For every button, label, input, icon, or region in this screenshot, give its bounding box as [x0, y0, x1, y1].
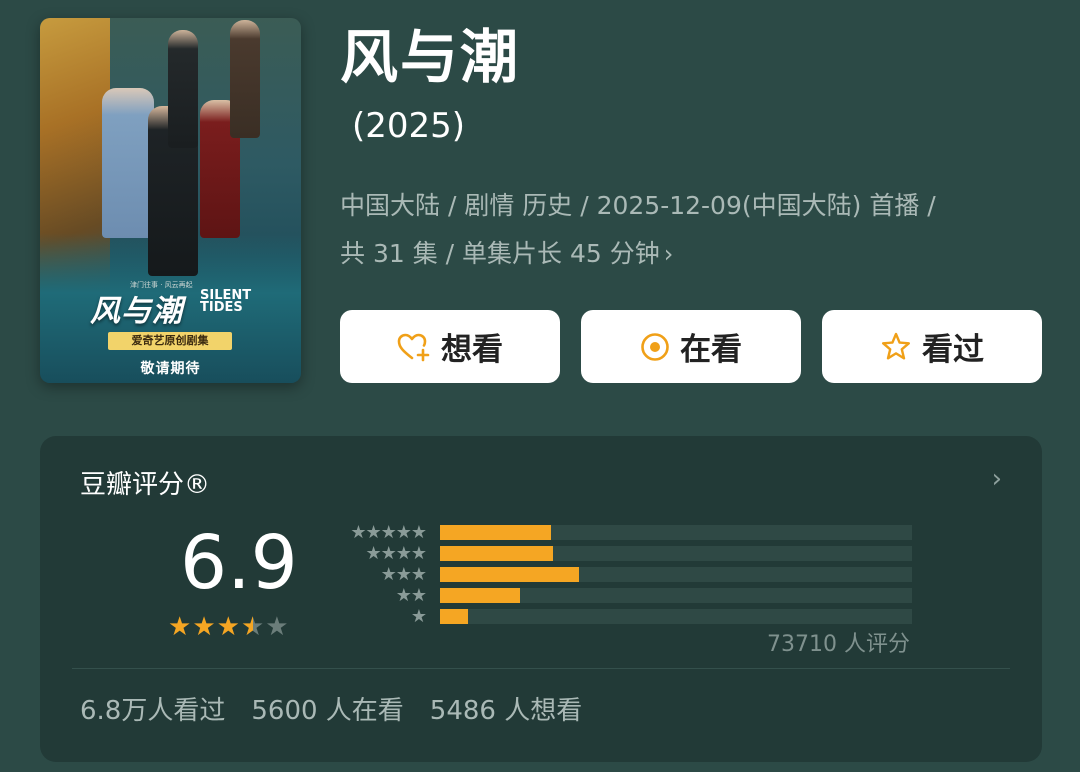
- watched-button[interactable]: 看过: [822, 310, 1042, 383]
- watched-count: 6.8万人看过: [80, 696, 226, 726]
- poster-figure-man-top: [168, 30, 198, 148]
- distribution-bar: [440, 525, 551, 540]
- distribution-track: [440, 546, 912, 561]
- target-circle-icon: [640, 332, 670, 362]
- distribution-star-label: ★★★: [380, 563, 427, 585]
- poster-figure-woman-blue: [102, 88, 154, 238]
- rating-section-title: 豆瓣评分®: [80, 470, 211, 500]
- star-outline-icon: [880, 331, 912, 363]
- watch-stats: 6.8万人看过 5600 人在看 5486 人想看: [80, 690, 582, 727]
- card-divider: [72, 668, 1010, 669]
- distribution-track: [440, 567, 912, 582]
- chevron-right-icon[interactable]: ›: [992, 464, 1002, 494]
- rating-stars: ★ ★ ★ ★ ★: [168, 612, 290, 642]
- distribution-star-label: ★★: [395, 584, 427, 606]
- poster-image[interactable]: 津门往事 · 风云再起 风与潮 SILENT TIDES 爱奇艺原创剧集 敬请期…: [40, 18, 301, 383]
- distribution-star-label: ★★★★★: [350, 521, 427, 543]
- meta-line-2-text: 共 31 集 / 单集片长 45 分钟: [340, 239, 660, 268]
- distribution-row: ★★: [334, 585, 912, 606]
- meta-line-2: 共 31 集 / 单集片长 45 分钟 ›: [340, 230, 1040, 278]
- star-half-icon: ★: [240, 612, 266, 642]
- meta-line-1: 中国大陆 / 剧情 历史 / 2025-12-09(中国大陆) 首播 /: [340, 191, 936, 220]
- chevron-right-icon: ›: [663, 240, 674, 268]
- watching-button[interactable]: 在看: [581, 310, 801, 383]
- star-full-icon: ★: [168, 612, 193, 642]
- distribution-track: [440, 609, 912, 624]
- show-year: (2025): [352, 106, 466, 146]
- distribution-row: ★★★: [334, 564, 912, 585]
- distribution-bar: [440, 609, 469, 624]
- star-full-icon: ★: [192, 612, 217, 642]
- distribution-row: ★: [334, 606, 912, 627]
- distribution-star-label: ★★★★: [365, 542, 427, 564]
- show-title: 风与潮: [340, 23, 521, 91]
- watching-label: 在看: [680, 332, 742, 368]
- want-to-watch-button[interactable]: 想看: [340, 310, 560, 383]
- heart-plus-icon: [397, 332, 431, 362]
- star-full-icon: ★: [216, 612, 241, 642]
- rating-count: 73710 人评分: [767, 632, 910, 657]
- want-to-watch-label: 想看: [441, 332, 503, 368]
- watching-count: 5600 人在看: [251, 696, 404, 726]
- rating-distribution: ★★★★★ ★★★★ ★★★ ★★ ★: [334, 522, 912, 627]
- distribution-row: ★★★★★: [334, 522, 912, 543]
- distribution-row: ★★★★: [334, 543, 912, 564]
- poster-title: 风与潮: [90, 294, 183, 329]
- poster-coming-soon: 敬请期待: [140, 361, 201, 377]
- distribution-track: [440, 525, 912, 540]
- poster-platform-tag: 爱奇艺原创剧集: [108, 332, 232, 350]
- poster-english-title: SILENT TIDES: [200, 288, 252, 315]
- poster-figure-man-right: [230, 20, 260, 138]
- distribution-track: [440, 588, 912, 603]
- distribution-bar: [440, 546, 554, 561]
- douban-rating-card[interactable]: 豆瓣评分® › 6.9 ★ ★ ★ ★ ★ ★★★★★ ★★★★ ★★★ ★★ ★ 73710 …: [40, 436, 1042, 762]
- show-meta[interactable]: 中国大陆 / 剧情 历史 / 2025-12-09(中国大陆) 首播 / 共 3…: [340, 182, 1040, 278]
- distribution-star-label: ★: [410, 605, 427, 627]
- watched-label: 看过: [922, 332, 984, 368]
- distribution-bar: [440, 588, 521, 603]
- want-count: 5486 人想看: [429, 696, 583, 726]
- star-empty-icon: ★: [265, 612, 290, 642]
- rating-score: 6.9: [180, 520, 298, 606]
- distribution-bar: [440, 567, 580, 582]
